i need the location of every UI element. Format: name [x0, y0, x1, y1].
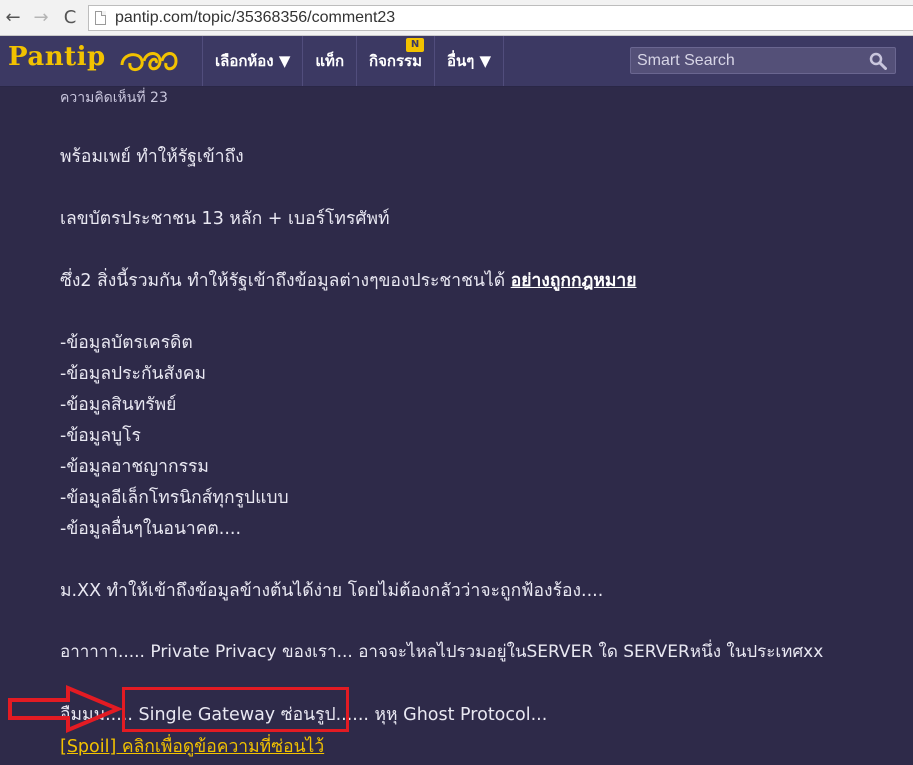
smart-search-box [630, 47, 896, 74]
menu-activities[interactable]: กิจกรรม N [356, 36, 434, 86]
comment-text: ซึ่ง2 สิ่งนี้รวมกัน ทำให้รัฐเข้าถึงข้อมู… [60, 271, 506, 291]
comment-number: ความคิดเห็นที่ 23 [60, 90, 168, 106]
list-item: -ข้อมูลประกันสังคม [60, 364, 206, 384]
list-item: -ข้อมูลอื่นๆในอนาคต.... [60, 519, 242, 539]
menu-choose-room-label: เลือกห้อง ▼ [215, 52, 291, 70]
search-icon[interactable] [869, 52, 887, 70]
menu-others-label: อื่นๆ ▼ [447, 52, 492, 70]
spoiler-link[interactable]: [Spoil] คลิกเพื่อดูข้อความที่ซ่อนไว้ [60, 732, 324, 760]
menu-choose-room[interactable]: เลือกห้อง ▼ [202, 36, 302, 86]
forward-arrow-icon[interactable]: → [30, 7, 52, 29]
comment-line: ม.XX ทำให้เข้าถึงข้อมูลข้างต้นได้ง่าย โด… [60, 581, 604, 601]
search-input[interactable] [631, 48, 861, 73]
emphasis-text: อย่างถูกกฎหมาย [510, 271, 637, 291]
reload-icon[interactable]: C [59, 7, 81, 29]
new-badge: N [406, 38, 424, 52]
back-arrow-icon[interactable]: ← [2, 7, 24, 29]
pantip-logo[interactable]: Pantip [8, 42, 106, 72]
menu-activities-label: กิจกรรม [369, 52, 422, 70]
list-item: -ข้อมูลบูโร [60, 426, 141, 446]
logo-mark-icon [120, 52, 178, 71]
url-text[interactable]: pantip.com/topic/35368356/comment23 [115, 9, 395, 27]
menu-tags-label: แท็ก [315, 52, 345, 70]
menu-tags[interactable]: แท็ก [302, 36, 356, 86]
list-item: -ข้อมูลสินทรัพย์ [60, 395, 177, 415]
list-item: -ข้อมูลอาชญากรรม [60, 457, 209, 477]
address-bar[interactable]: pantip.com/topic/35368356/comment23 [88, 5, 913, 31]
comment-line: เลขบัตรประชาชน 13 หลัก + เบอร์โทรศัพท์ [60, 209, 390, 229]
comment-line: ซึ่ง2 สิ่งนี้รวมกัน ทำให้รัฐเข้าถึงข้อมู… [60, 266, 637, 294]
browser-toolbar: ← → C pantip.com/topic/35368356/comment2… [0, 0, 913, 36]
site-header: Pantip เลือกห้อง ▼ แท็ก กิจกรรม N อื่นๆ … [0, 36, 913, 87]
main-menu: เลือกห้อง ▼ แท็ก กิจกรรม N อื่นๆ ▼ [202, 36, 505, 86]
comment-line: อาาาาา..... Private Privacy ของเรา... อา… [60, 642, 824, 662]
annotation-arrow-icon [8, 684, 124, 734]
page-icon [95, 11, 106, 25]
annotation-highlight-box [122, 687, 349, 732]
comment-line: พร้อมเพย์ ทำให้รัฐเข้าถึง [60, 147, 244, 167]
menu-others[interactable]: อื่นๆ ▼ [434, 36, 505, 86]
list-item: -ข้อมูลอีเล็กโทรนิกส์ทุกรูปแบบ [60, 488, 289, 508]
list-item: -ข้อมูลบัตรเครดิต [60, 333, 193, 353]
